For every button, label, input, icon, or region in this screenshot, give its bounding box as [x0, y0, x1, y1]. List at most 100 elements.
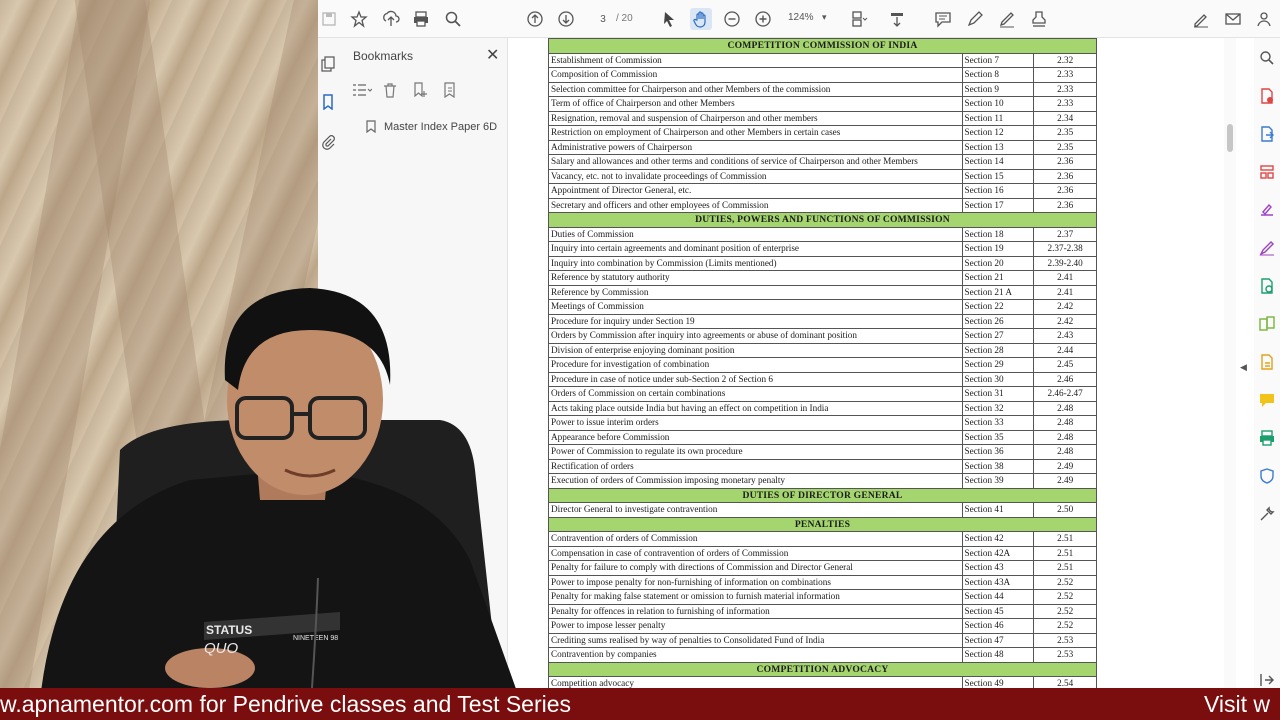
section-cell: Section 44 [961, 589, 1035, 605]
table-row: Meetings of Commission Section 22 2.42 [548, 299, 1097, 315]
panel-toggle-icon[interactable] [1259, 672, 1275, 688]
document-view[interactable]: COMPETITION COMMISSION OF INDIA Establish… [508, 38, 1228, 688]
section-header-title: DUTIES, POWERS AND FUNCTIONS OF COMMISSI… [548, 212, 1097, 228]
zoom-out-icon[interactable] [721, 8, 743, 30]
page-thumbnails-icon[interactable] [320, 56, 336, 77]
draw-icon[interactable] [996, 8, 1018, 30]
scroll-mode-icon[interactable] [886, 8, 908, 30]
section-cell: Section 22 [961, 299, 1035, 315]
close-icon[interactable]: ✕ [486, 45, 499, 65]
page-cell: 2.45 [1033, 357, 1097, 373]
table-row: Power to impose lesser penalty Section 46… [548, 618, 1097, 634]
comment-icon[interactable] [932, 8, 954, 30]
compare-files-icon[interactable] [1259, 316, 1275, 332]
highlight-pen-icon[interactable] [964, 8, 986, 30]
bookmark-item-label: Master Index Paper 6D [384, 120, 498, 133]
combine-files-icon[interactable] [1259, 354, 1275, 370]
delete-bookmark-icon[interactable] [382, 82, 398, 98]
collapse-right-panel-icon[interactable]: ◀ [1240, 362, 1247, 373]
table-row: Composition of Commission Section 8 2.33 [548, 67, 1097, 83]
section-cell: Section 20 [961, 255, 1035, 271]
page-cell: 2.34 [1033, 110, 1097, 126]
find-zoom-icon[interactable] [442, 8, 464, 30]
section-header-title: COMPETITION ADVOCACY [548, 661, 1097, 677]
user-account-icon[interactable] [1254, 8, 1276, 30]
table-row: Appearance before Commission Section 35 2.… [548, 429, 1097, 445]
table-row: Inquiry into certain agreements and domi… [548, 241, 1097, 257]
page-number-input[interactable] [592, 9, 614, 29]
print-production-icon[interactable] [1259, 430, 1275, 446]
section-header-row: COMPETITION COMMISSION OF INDIA [548, 38, 1097, 54]
fill-sign-icon[interactable] [1190, 8, 1212, 30]
page-cell: 2.43 [1033, 328, 1097, 344]
stamp-icon[interactable] [1028, 8, 1050, 30]
topic-cell: Vacancy, etc. not to invalidate proceedi… [548, 168, 963, 184]
document-scrollbar[interactable] [1224, 38, 1236, 688]
table-row: Procedure for inquiry under Section 19 Se… [548, 313, 1097, 329]
section-header-row: DUTIES, POWERS AND FUNCTIONS OF COMMISSI… [548, 212, 1097, 228]
email-icon[interactable] [1222, 8, 1244, 30]
attachments-icon[interactable] [320, 134, 336, 155]
topic-cell: Administrative powers of Chairperson [548, 139, 963, 155]
edit-pdf-icon[interactable] [1259, 202, 1275, 218]
page-cell: 2.52 [1033, 589, 1097, 605]
section-cell: Section 29 [961, 357, 1035, 373]
comment-tool-icon[interactable] [1259, 392, 1275, 408]
table-row: Salary and allowances and other terms an… [548, 154, 1097, 170]
hand-tool-icon[interactable] [690, 8, 712, 30]
page-cell: 2.48 [1033, 444, 1097, 460]
table-row: Secretary and officers and other employe… [548, 197, 1097, 213]
send-for-review-icon[interactable] [1259, 278, 1275, 294]
table-row: Procedure in case of notice under sub-Se… [548, 371, 1097, 387]
section-cell: Section 27 [961, 328, 1035, 344]
search-tool-icon[interactable] [1259, 50, 1275, 66]
export-pdf-icon[interactable] [1259, 126, 1275, 142]
page-cell: 2.36 [1033, 154, 1097, 170]
organize-pages-icon[interactable] [1259, 164, 1275, 180]
section-cell: Section 8 [961, 67, 1035, 83]
zoom-level[interactable]: 124% [788, 12, 814, 23]
table-row: Reference by Commission Section 21 A 2.41 [548, 284, 1097, 300]
section-cell: Section 46 [961, 618, 1035, 634]
section-cell: Section 47 [961, 632, 1035, 648]
protect-icon[interactable] [1259, 468, 1275, 484]
pdf-toolbar: / 20 124% ▾ [318, 0, 1280, 38]
add-bookmark-icon[interactable] [412, 82, 428, 98]
next-page-icon[interactable] [555, 8, 577, 30]
page-cell: 2.46-2.47 [1033, 386, 1097, 402]
master-index-table: COMPETITION COMMISSION OF INDIA Establish… [548, 38, 1097, 688]
bookmarks-toolbar [352, 82, 458, 99]
topic-cell: Compensation in case of contravention of… [548, 545, 963, 561]
table-row: Competition advocacy Section 49 2.54 [548, 676, 1097, 688]
topic-cell: Establishment of Commission [548, 52, 963, 68]
bookmark-options-icon[interactable] [352, 82, 373, 98]
page-cell: 2.48 [1033, 400, 1097, 416]
section-cell: Section 18 [961, 226, 1035, 242]
zoom-in-icon[interactable] [752, 8, 774, 30]
table-row: Vacancy, etc. not to invalidate proceedi… [548, 168, 1097, 184]
topic-cell: Penalty for offences in relation to furn… [548, 603, 963, 619]
section-cell: Section 16 [961, 183, 1035, 199]
zoom-dropdown-caret-icon[interactable]: ▾ [822, 12, 827, 23]
topic-cell: Term of office of Chairperson and other … [548, 96, 963, 112]
create-pdf-icon[interactable] [1259, 88, 1275, 104]
save-icon[interactable] [318, 8, 340, 30]
page-layout-icon[interactable] [848, 8, 870, 30]
upload-icon[interactable] [380, 8, 402, 30]
section-cell: Section 49 [961, 676, 1035, 688]
table-row: Execution of orders of Commission imposi… [548, 473, 1097, 489]
previous-page-icon[interactable] [524, 8, 546, 30]
page-cell: 2.51 [1033, 545, 1097, 561]
fill-and-sign-icon[interactable] [1259, 240, 1275, 256]
bookmark-item[interactable]: Master Index Paper 6D [366, 120, 497, 133]
expand-bookmark-icon[interactable] [442, 82, 458, 99]
bookmark-star-icon[interactable] [348, 8, 370, 30]
scrollbar-thumb[interactable] [1227, 124, 1233, 152]
page-cell: 2.35 [1033, 139, 1097, 155]
section-cell: Section 19 [961, 241, 1035, 257]
bookmarks-panel-icon[interactable] [320, 94, 336, 115]
select-cursor-icon[interactable] [658, 8, 680, 30]
more-tools-icon[interactable] [1259, 506, 1275, 522]
section-cell: Section 15 [961, 168, 1035, 184]
print-icon[interactable] [410, 8, 432, 30]
